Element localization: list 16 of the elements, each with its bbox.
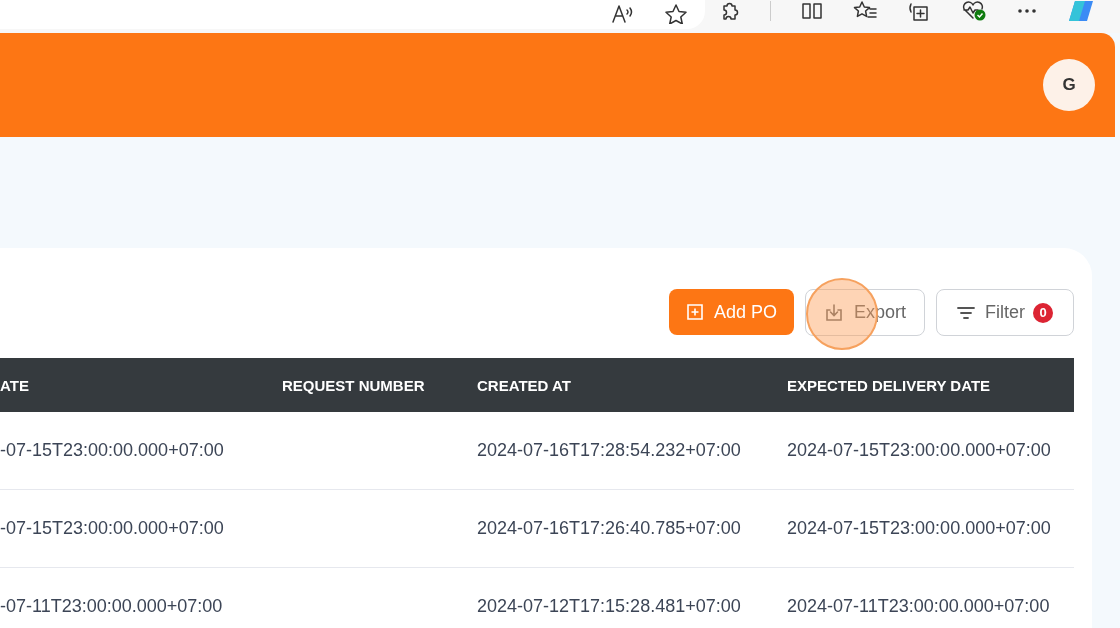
- column-header: EXPECTED DELIVERY DATE: [787, 376, 991, 394]
- table-cell: -07-11T23:00:00.000+07:00: [0, 596, 223, 616]
- table-cell: -07-15T23:00:00.000+07:00: [0, 518, 224, 538]
- column-header: REQUEST NUMBER: [282, 376, 425, 394]
- count-badge: 0: [1033, 302, 1053, 323]
- table-cell: 2024-07-16T17:28:54.232+07:00: [477, 440, 741, 460]
- filter-button[interactable]: Filter 0: [936, 289, 1074, 336]
- column-header: CREATED AT: [477, 376, 571, 394]
- table-cell: -07-15T23:00:00.000+07:00: [0, 440, 224, 460]
- avatar[interactable]: G: [1043, 59, 1095, 111]
- table-cell: 2024-07-11T23:00:00.000+07:00: [787, 596, 1050, 616]
- table-cell: 2024-07-16T17:26:40.785+07:00: [477, 518, 741, 538]
- table-cell: 2024-07-15T23:00:00.000+07:00: [787, 440, 1051, 460]
- column-header: ATE: [0, 376, 29, 394]
- table-cell: 2024-07-15T23:00:00.000+07:00: [787, 518, 1051, 538]
- table-cell: 2024-07-12T17:15:28.481+07:00: [477, 596, 741, 616]
